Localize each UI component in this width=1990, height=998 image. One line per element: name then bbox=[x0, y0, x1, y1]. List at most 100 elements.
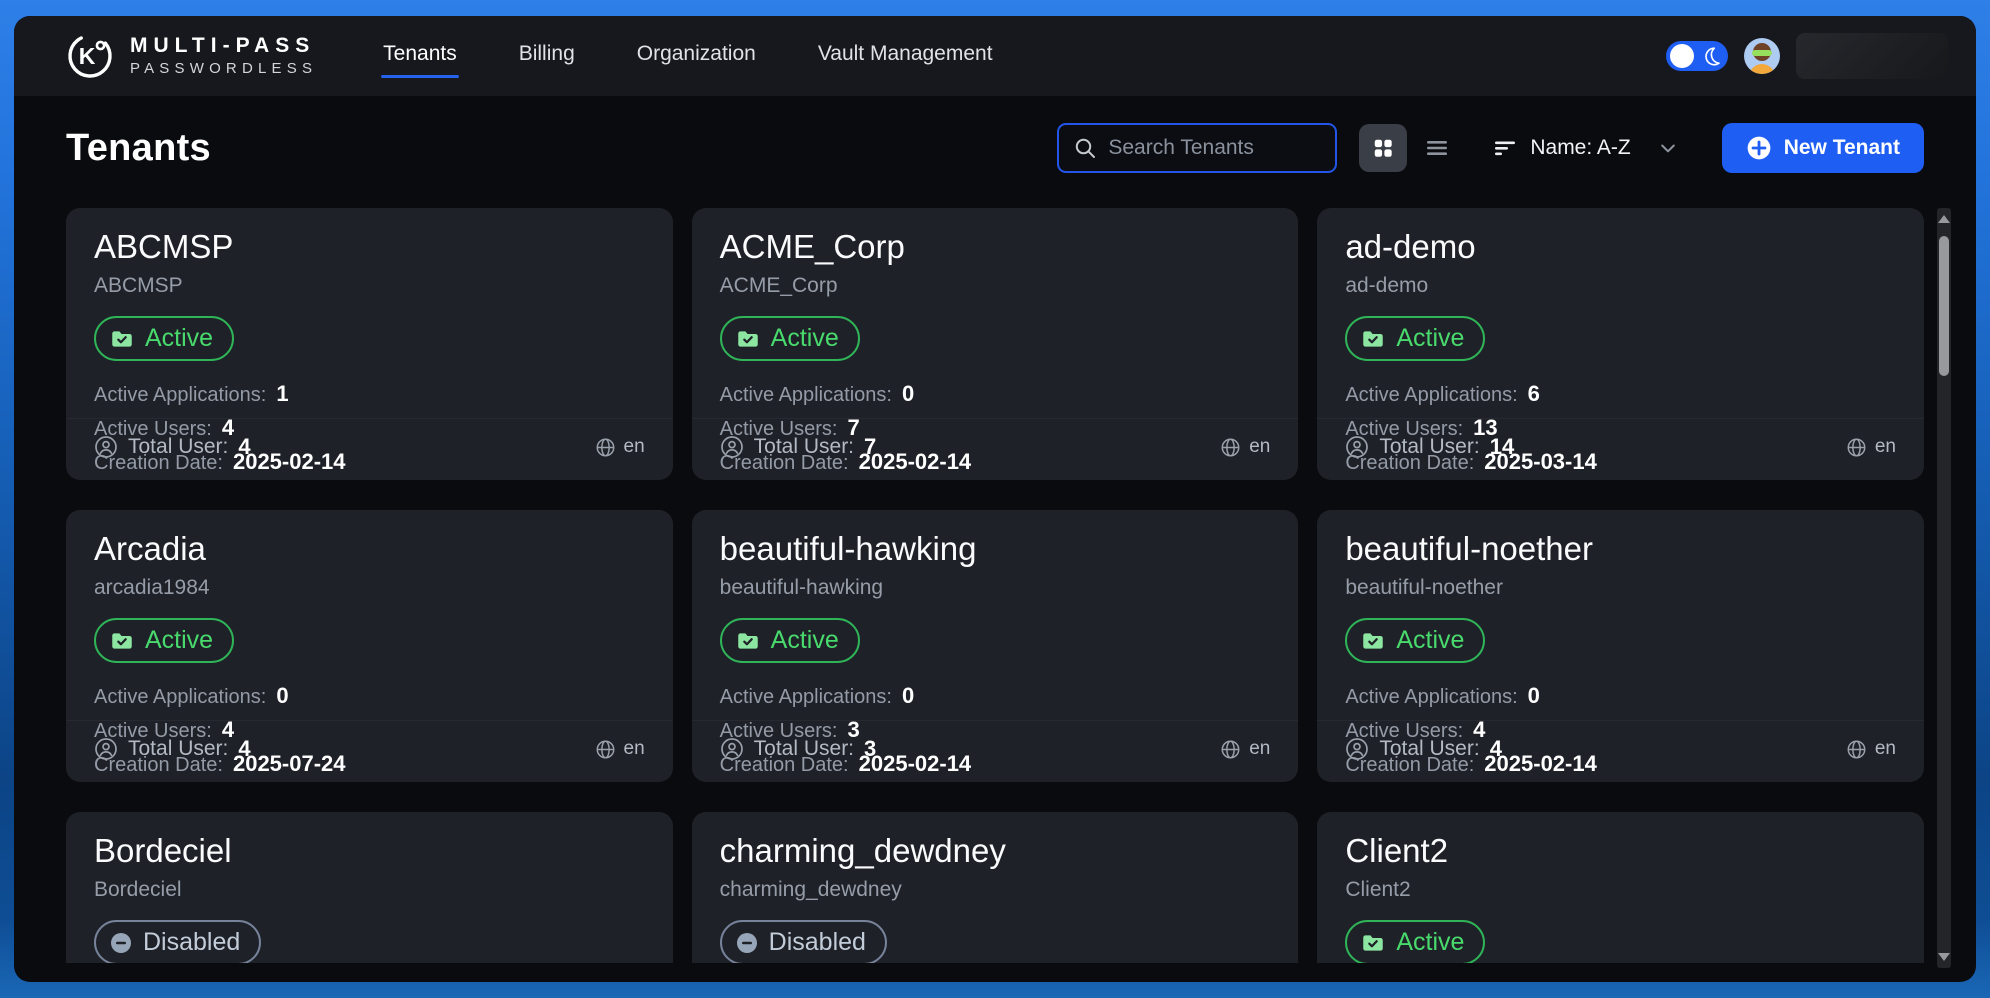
status-badge: Active bbox=[1345, 920, 1485, 963]
tenant-cards-viewport: ABCMSP ABCMSP Active Active Applications… bbox=[66, 208, 1924, 963]
language-label: en bbox=[1875, 436, 1896, 458]
nav-item-billing[interactable]: Billing bbox=[517, 36, 577, 76]
tenant-name: ACME_Corp bbox=[720, 228, 1271, 266]
page-header: Tenants bbox=[66, 122, 1924, 174]
tenant-card[interactable]: Arcadia arcadia1984 Active Active Applic… bbox=[66, 510, 673, 782]
user-avatar[interactable] bbox=[1744, 38, 1780, 74]
tenant-slug: Bordeciel bbox=[94, 878, 645, 902]
tenant-card[interactable]: beautiful-hawking beautiful-hawking Acti… bbox=[692, 510, 1299, 782]
view-list-button[interactable] bbox=[1415, 124, 1459, 172]
stat-row-active-applications: Active Applications: 0 bbox=[720, 381, 1271, 407]
new-tenant-button[interactable]: New Tenant bbox=[1722, 123, 1924, 173]
nav-item-vault-management[interactable]: Vault Management bbox=[816, 36, 995, 76]
minus-circle-icon bbox=[735, 931, 759, 955]
status-badge: Active bbox=[1345, 316, 1485, 361]
tenant-name: Bordeciel bbox=[94, 832, 645, 870]
stat-row-active-applications: Active Applications: 0 bbox=[1345, 683, 1896, 709]
tenant-slug: ABCMSP bbox=[94, 274, 645, 298]
nav-item-tenants[interactable]: Tenants bbox=[381, 36, 459, 76]
tenant-slug: arcadia1984 bbox=[94, 576, 645, 600]
tenant-card[interactable]: ACME_Corp ACME_Corp Active Active Applic… bbox=[692, 208, 1299, 480]
scroll-down-button[interactable] bbox=[1938, 953, 1950, 961]
folder-check-icon bbox=[735, 326, 761, 352]
globe-icon bbox=[595, 739, 616, 760]
stat-label: Active Applications: bbox=[94, 384, 266, 407]
tenant-card[interactable]: charming_dewdney charming_dewdney Disabl… bbox=[692, 812, 1299, 963]
topbar-right-group bbox=[1666, 33, 1948, 79]
tenant-card[interactable]: Client2 Client2 Active Active Applicatio… bbox=[1317, 812, 1924, 963]
minus-circle-icon bbox=[109, 931, 133, 955]
brand-wordmark: MULTI-PASS PASSWORDLESS bbox=[130, 34, 317, 78]
status-label: Active bbox=[145, 324, 213, 353]
main-nav: Tenants Billing Organization Vault Manag… bbox=[381, 36, 994, 76]
status-label: Active bbox=[1396, 626, 1464, 655]
status-badge: Active bbox=[1345, 618, 1485, 663]
tenant-name: charming_dewdney bbox=[720, 832, 1271, 870]
sort-label: Name: A-Z bbox=[1530, 136, 1630, 160]
user-circle-icon bbox=[1345, 435, 1369, 459]
scroll-thumb[interactable] bbox=[1939, 236, 1949, 376]
desktop-background: K MULTI-PASS PASSWORDLESS Tenants Billin… bbox=[0, 0, 1990, 998]
stat-label: Active Applications: bbox=[94, 686, 266, 709]
user-name-redacted[interactable] bbox=[1796, 33, 1948, 79]
total-user-label: Total User: bbox=[128, 737, 228, 761]
chevron-down-icon bbox=[1658, 138, 1678, 158]
tenant-slug: ad-demo bbox=[1345, 274, 1896, 298]
status-badge: Disabled bbox=[94, 920, 261, 963]
moon-icon bbox=[1700, 45, 1722, 67]
view-grid-button[interactable] bbox=[1359, 124, 1407, 172]
tenant-grid: ABCMSP ABCMSP Active Active Applications… bbox=[66, 208, 1924, 963]
tenant-card[interactable]: ABCMSP ABCMSP Active Active Applications… bbox=[66, 208, 673, 480]
status-badge: Active bbox=[720, 316, 860, 361]
card-footer: Total User: 4 en bbox=[66, 720, 673, 782]
brand-title: MULTI-PASS bbox=[130, 34, 317, 57]
search-box[interactable] bbox=[1057, 123, 1337, 173]
tenant-slug: beautiful-noether bbox=[1345, 576, 1896, 600]
tenant-name: Client2 bbox=[1345, 832, 1896, 870]
status-badge: Active bbox=[720, 618, 860, 663]
app-window: K MULTI-PASS PASSWORDLESS Tenants Billin… bbox=[14, 16, 1976, 982]
total-user-label: Total User: bbox=[754, 737, 854, 761]
status-badge: Active bbox=[94, 316, 234, 361]
user-circle-icon bbox=[720, 435, 744, 459]
tenant-card[interactable]: beautiful-noether beautiful-noether Acti… bbox=[1317, 510, 1924, 782]
search-input[interactable] bbox=[1108, 136, 1321, 160]
total-user-value: 4 bbox=[238, 434, 250, 460]
tenant-slug: ACME_Corp bbox=[720, 274, 1271, 298]
vertical-scrollbar[interactable] bbox=[1937, 208, 1951, 968]
theme-toggle[interactable] bbox=[1666, 41, 1728, 71]
total-user-label: Total User: bbox=[1379, 737, 1479, 761]
language-group: en bbox=[1846, 738, 1896, 760]
stat-value: 0 bbox=[902, 381, 914, 407]
sort-control[interactable]: Name: A-Z bbox=[1493, 136, 1677, 160]
tenant-name: ad-demo bbox=[1345, 228, 1896, 266]
theme-toggle-knob[interactable] bbox=[1670, 44, 1694, 68]
tenant-card[interactable]: ad-demo ad-demo Active Active Applicatio… bbox=[1317, 208, 1924, 480]
total-user-label: Total User: bbox=[754, 435, 854, 459]
language-label: en bbox=[624, 738, 645, 760]
language-label: en bbox=[1875, 738, 1896, 760]
folder-check-icon bbox=[109, 326, 135, 352]
folder-check-icon bbox=[1360, 930, 1386, 956]
tenant-name: ABCMSP bbox=[94, 228, 645, 266]
nav-item-organization[interactable]: Organization bbox=[635, 36, 758, 76]
status-label: Active bbox=[1396, 928, 1464, 957]
tenant-card[interactable]: Bordeciel Bordeciel Disabled Active Appl… bbox=[66, 812, 673, 963]
main-content: Tenants bbox=[14, 122, 1976, 963]
card-footer: Total User: 7 en bbox=[692, 418, 1299, 480]
stat-row-active-applications: Active Applications: 0 bbox=[94, 683, 645, 709]
folder-check-icon bbox=[1360, 628, 1386, 654]
globe-icon bbox=[1220, 739, 1241, 760]
scroll-up-button[interactable] bbox=[1938, 215, 1950, 223]
status-label: Active bbox=[771, 324, 839, 353]
avatar-glasses bbox=[1752, 50, 1772, 56]
brand-logo-icon: K bbox=[66, 32, 114, 80]
svg-text:K: K bbox=[79, 43, 96, 69]
new-tenant-label: New Tenant bbox=[1784, 136, 1900, 160]
card-footer: Total User: 4 en bbox=[66, 418, 673, 480]
search-icon bbox=[1073, 136, 1097, 160]
stat-row-active-applications: Active Applications: 0 bbox=[720, 683, 1271, 709]
page-title: Tenants bbox=[66, 127, 211, 170]
user-circle-icon bbox=[94, 737, 118, 761]
language-label: en bbox=[1249, 436, 1270, 458]
